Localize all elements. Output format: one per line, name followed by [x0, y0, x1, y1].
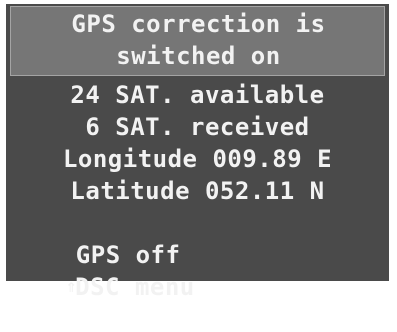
dsc-menu-label: DSC menu — [75, 273, 195, 301]
gps-status-screen: GPS correction is switched on 24 SAT. av… — [6, 4, 389, 301]
longitude-text: Longitude 009.89 E — [62, 145, 333, 173]
satellites-available-text: 24 SAT. available — [70, 81, 325, 109]
status-title-line-2: switched on — [116, 42, 281, 70]
dsc-menu-item[interactable]: ⇑DSC menu — [6, 242, 366, 301]
status-title-line-1: GPS correction is — [71, 10, 326, 38]
latitude-text: Latitude 052.11 N — [70, 177, 325, 205]
gps-off-menu-item[interactable]: GPS off — [16, 210, 376, 269]
satellites-received-text: 6 SAT. received — [85, 113, 310, 141]
status-banner: GPS correction is switched on — [10, 6, 385, 76]
